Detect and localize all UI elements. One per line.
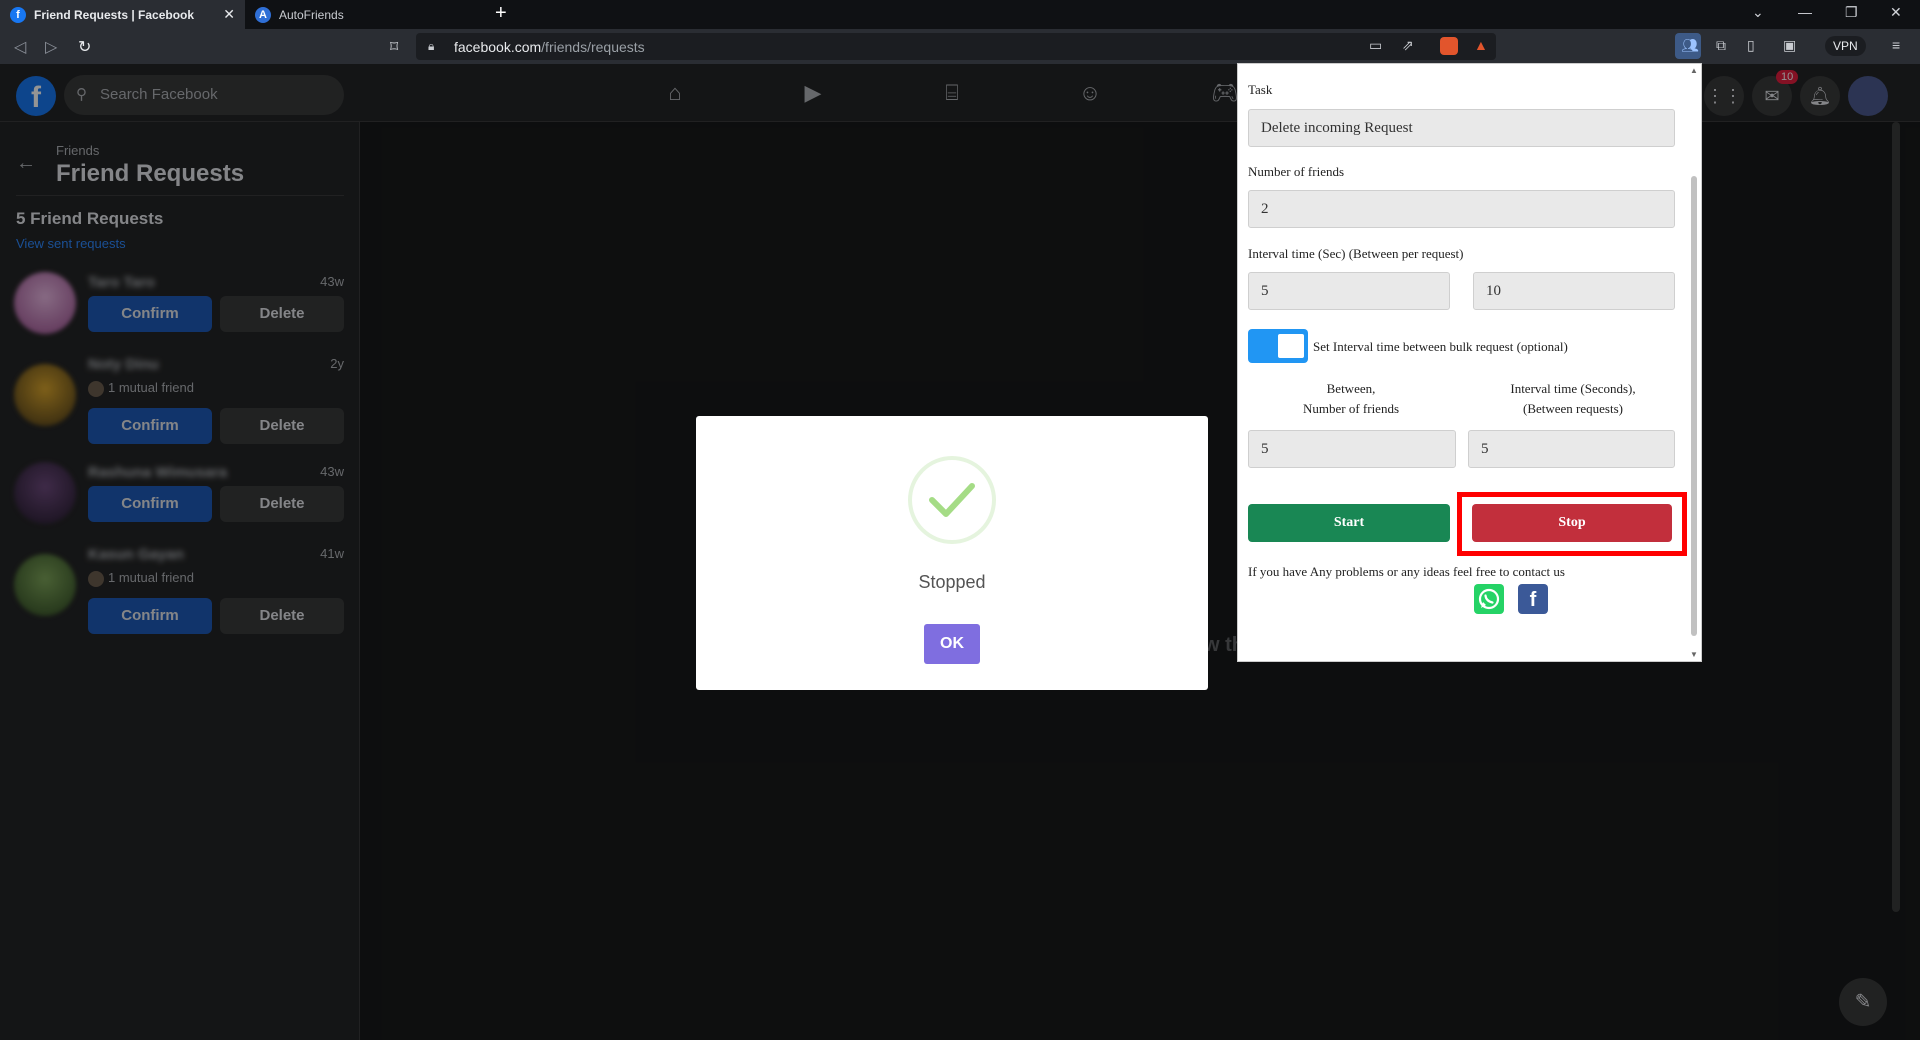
bulk-interval-label-line1: Interval time (Seconds), [1510,381,1636,396]
extension-person-icon: 👥︎ [1681,37,1699,53]
toggle-knob [1278,334,1304,358]
url-path: /friends/requests [541,39,645,55]
url-text: facebook.com/friends/requests [454,39,645,55]
whatsapp-icon[interactable] [1474,584,1504,614]
dialog-message: Stopped [918,572,986,592]
start-button[interactable]: Start [1248,504,1450,542]
popup-scroll-thumb[interactable] [1691,176,1697,636]
menu-icon[interactable]: ≡ [1892,37,1900,53]
stop-button[interactable]: Stop [1472,504,1672,542]
new-tab-icon[interactable]: + [495,2,507,25]
interval-label: Interval time (Sec) (Between per request… [1248,246,1464,261]
bulk-friends-label-line1: Between, [1326,381,1376,396]
bulk-label: Set Interval time between bulk request (… [1313,339,1568,354]
bulk-friends-input[interactable]: 5 [1248,430,1456,468]
minimize-icon[interactable]: — [1798,4,1812,20]
back-icon[interactable]: ◁ [14,37,26,57]
ok-button[interactable]: OK [924,624,980,664]
restore-icon[interactable]: ❐ [1845,4,1858,21]
vpn-label: VPN [1833,39,1858,53]
url-domain: facebook.com [454,39,542,55]
bulk-friends-label: Between, Number of friends [1248,379,1454,419]
friends-count-input[interactable]: 2 [1248,190,1675,228]
tab-label: AutoFriends [279,7,344,22]
close-tab-icon[interactable]: ✕ [223,6,235,23]
bookmark-icon[interactable]: ⌑ [390,37,398,57]
tab-friend-requests[interactable]: f Friend Requests | Facebook ✕ [0,0,245,29]
stopped-dialog: Stopped OK [696,416,1208,690]
success-check-icon [908,456,996,544]
wallet-icon[interactable]: ▣ [1783,37,1796,54]
contact-text: If you have Any problems or any ideas fe… [1248,564,1565,579]
sidebar-icon[interactable]: ▯ [1747,37,1755,54]
task-select[interactable]: Delete incoming Request [1248,109,1675,147]
bulk-interval-toggle[interactable] [1248,329,1308,363]
autofriends-popup: ▲ ▼ Task Delete incoming Request Number … [1237,63,1702,662]
friends-label: Number of friends [1248,164,1345,179]
tab-autofriends[interactable]: A AutoFriends [245,0,485,29]
bulk-interval-label-line2: (Between requests) [1523,401,1623,416]
facebook-contact-icon[interactable]: f [1518,584,1548,614]
checkmark-icon [929,483,975,517]
bulk-interval-label: Interval time (Seconds), (Between reques… [1468,379,1678,419]
scroll-down-icon[interactable]: ▼ [1690,650,1698,659]
close-window-icon[interactable]: ✕ [1890,4,1902,21]
bulk-interval-input[interactable]: 5 [1468,430,1675,468]
brave-rewards-icon[interactable]: ▲ [1474,37,1488,53]
interval-min-input[interactable]: 5 [1248,272,1450,310]
brave-shields-icon[interactable] [1440,37,1458,55]
vpn-button[interactable]: VPN [1825,36,1866,56]
reload-icon[interactable]: ↻ [78,37,91,57]
facebook-favicon-icon: f [10,6,26,23]
forward-icon[interactable]: ▷ [45,37,57,57]
autofriends-favicon-icon: A [255,6,271,23]
share-icon[interactable]: ⇗ [1402,37,1414,54]
bulk-friends-label-line2: Number of friends [1302,401,1400,416]
whatsapp-glyph [1478,588,1500,610]
extensions-puzzle-icon[interactable]: ⧉ [1716,37,1726,54]
interval-max-input[interactable]: 10 [1473,272,1675,310]
task-label: Task [1248,82,1273,97]
popup-scrollbar[interactable]: ▲ ▼ [1689,66,1699,659]
cast-icon[interactable]: ▭ [1369,37,1382,54]
tab-search-icon[interactable]: ⌄ [1752,4,1764,21]
lock-icon[interactable]: 🔒︎ [428,39,434,54]
browser-tab-bar: f Friend Requests | Facebook ✕ A AutoFri… [0,0,1920,29]
tab-label: Friend Requests | Facebook [34,7,195,22]
scroll-up-icon[interactable]: ▲ [1690,66,1698,75]
address-bar-row: ◁ ▷ ↻ ⌑ 🔒︎ facebook.com/friends/requests… [0,29,1920,70]
